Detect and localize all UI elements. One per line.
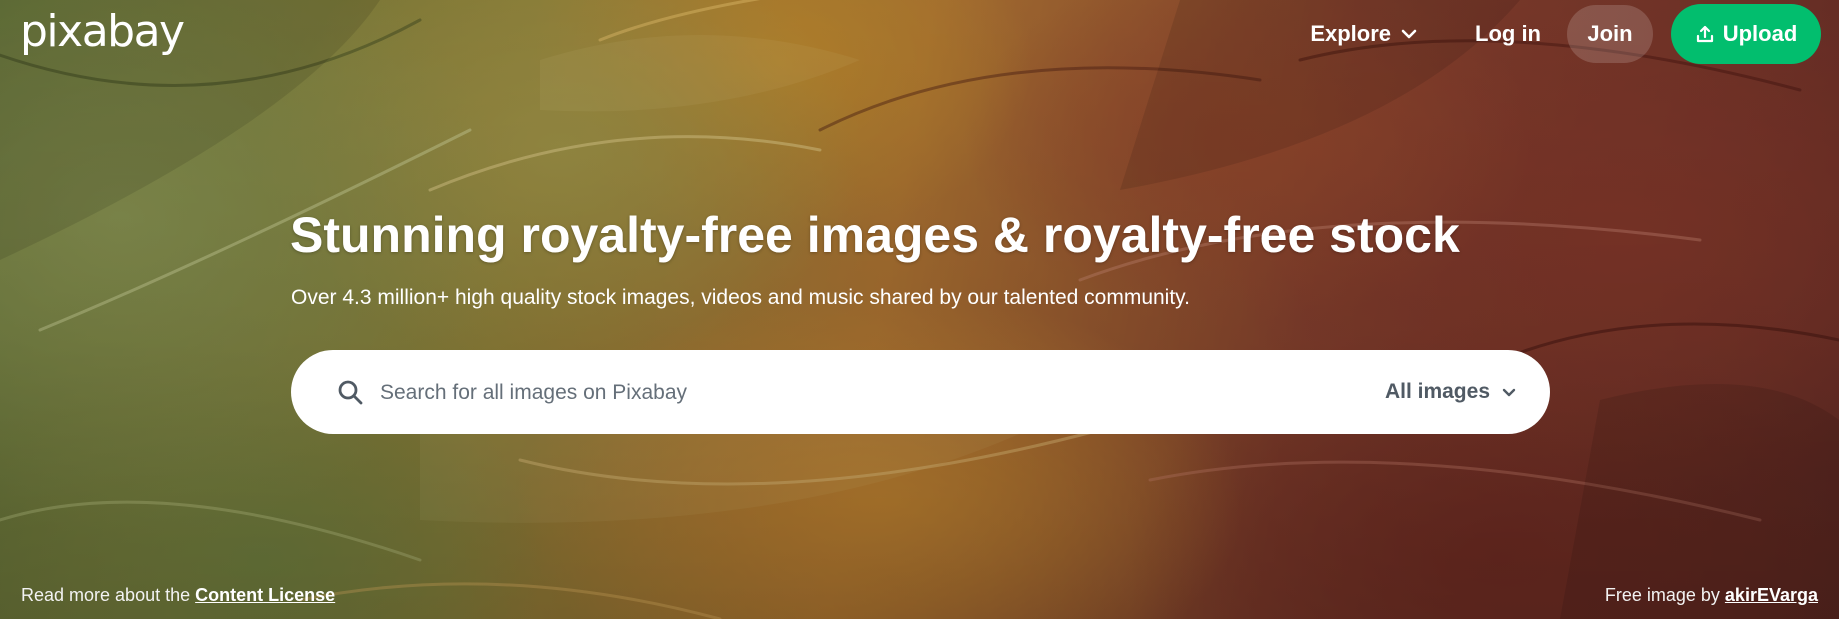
credit-prefix: Free image by [1604,585,1720,605]
upload-button[interactable]: Upload [1671,4,1821,64]
hero-subtitle: Over 4.3 million+ high quality stock ima… [291,286,1190,309]
media-type-select[interactable]: All images [1385,372,1516,412]
join-button[interactable]: Join [1567,5,1653,63]
login-link[interactable]: Log in [1475,21,1541,47]
top-navigation: pixabay Explore Log in Join Upload [0,0,1839,68]
content-license-link[interactable]: Content License [195,585,335,605]
upload-label: Upload [1722,21,1798,46]
image-credit: Free image by akirEVarga [1605,585,1818,606]
media-type-label: All images [1384,380,1490,403]
chevron-down-icon [1502,388,1516,396]
pixabay-logo[interactable]: pixabay [20,6,185,58]
search-bar: All images [291,350,1550,434]
license-prefix: Read more about the [21,585,191,605]
author-link[interactable]: akirEVarga [1725,585,1818,605]
license-note: Read more about the Content License [21,585,335,606]
upload-icon [1696,25,1713,43]
nav-actions: Explore Log in Join Upload [1310,4,1821,64]
search-icon[interactable] [336,378,364,406]
explore-menu[interactable]: Explore [1310,21,1417,47]
chevron-down-icon [1401,29,1417,39]
hero-title: Stunning royalty-free images & royalty-f… [290,207,1460,263]
explore-label: Explore [1310,21,1392,46]
search-input[interactable] [378,370,1282,416]
